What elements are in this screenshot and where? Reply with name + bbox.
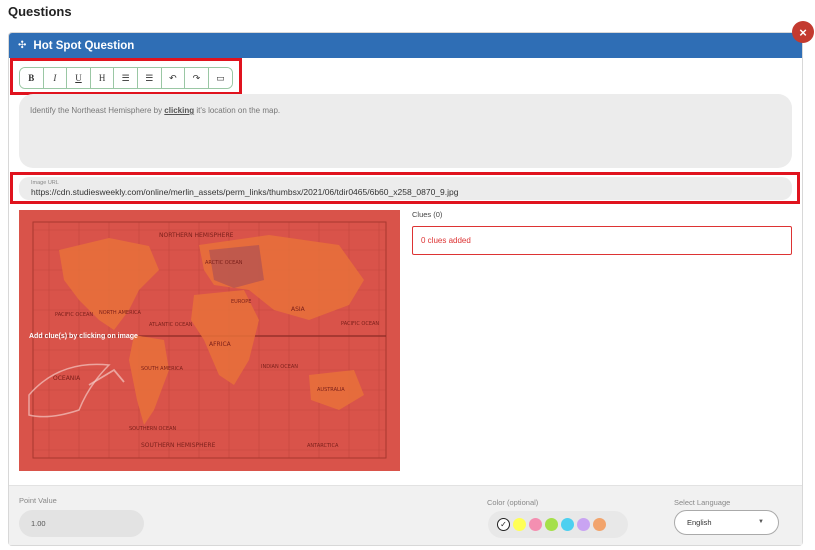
map-label-south-america: SOUTH AMERICA	[141, 366, 184, 372]
toolbar-highlight	[10, 58, 242, 95]
map-label-africa: AFRICA	[209, 341, 232, 348]
question-title: Hot Spot Question	[33, 39, 135, 52]
clues-empty-text: 0 clues added	[421, 236, 471, 245]
language-label: Select Language	[674, 498, 731, 507]
color-swatch[interactable]	[513, 518, 526, 531]
color-swatch[interactable]	[577, 518, 590, 531]
language-select[interactable]: English ▼	[674, 510, 779, 535]
close-button[interactable]: ×	[792, 21, 814, 43]
color-swatch[interactable]	[593, 518, 606, 531]
map-label-southern-ocean: SOUTHERN OCEAN	[129, 426, 177, 432]
map-label-antarctica: ANTARCTICA	[307, 443, 339, 449]
map-label-oceania: OCEANIA	[53, 375, 81, 382]
hotspot-map-image[interactable]: NORTHERN HEMISPHERE ARCTIC OCEAN EUROPE …	[19, 210, 400, 471]
page-title: Questions	[8, 4, 72, 19]
question-footer: Point Value Color (optional) ✓ Select La…	[9, 485, 802, 545]
url-highlight	[10, 172, 800, 204]
move-icon[interactable]: ✣	[18, 40, 26, 51]
point-value-label: Point Value	[19, 496, 57, 505]
prompt-text-1: Identify the Northeast Hemisphere by	[30, 106, 165, 115]
map-label-pacific-left: PACIFIC OCEAN	[55, 312, 93, 318]
map-hint-text: Add clue(s) by clicking on image	[29, 333, 138, 340]
map-label-asia: ASIA	[291, 306, 306, 313]
map-label-atlantic: ATLANTIC OCEAN	[149, 322, 193, 328]
map-label-australia: AUSTRALIA	[317, 387, 345, 393]
clues-list: 0 clues added	[412, 226, 792, 255]
map-label-arctic: ARCTIC OCEAN	[205, 260, 243, 266]
color-swatch[interactable]	[529, 518, 542, 531]
color-label: Color (optional)	[487, 498, 539, 507]
color-swatch[interactable]	[561, 518, 574, 531]
no-color-check-icon[interactable]: ✓	[497, 518, 510, 531]
prompt-bold-text: clicking	[164, 106, 195, 115]
chevron-down-icon: ▼	[758, 519, 764, 525]
language-value: English	[687, 518, 712, 527]
prompt-text-2: it's location on the map.	[194, 106, 281, 115]
point-value-input[interactable]	[19, 510, 144, 537]
clues-label: Clues (0)	[412, 210, 443, 219]
world-map-graphic: NORTHERN HEMISPHERE ARCTIC OCEAN EUROPE …	[19, 210, 400, 471]
map-label-europe: EUROPE	[231, 299, 251, 305]
map-label-pacific-right: PACIFIC OCEAN	[341, 321, 379, 327]
question-editor[interactable]: Identify the Northeast Hemisphere by cli…	[19, 94, 792, 168]
map-label-indian: INDIAN OCEAN	[261, 364, 298, 370]
map-label-north-hemisphere: NORTHERN HEMISPHERE	[159, 232, 234, 239]
color-picker: ✓	[488, 511, 628, 538]
color-swatch[interactable]	[545, 518, 558, 531]
map-label-north-america: NORTH AMERICA	[99, 310, 142, 316]
map-label-south-hemisphere: SOUTHERN HEMISPHERE	[141, 442, 216, 449]
question-header[interactable]: ✣ Hot Spot Question	[9, 33, 802, 58]
